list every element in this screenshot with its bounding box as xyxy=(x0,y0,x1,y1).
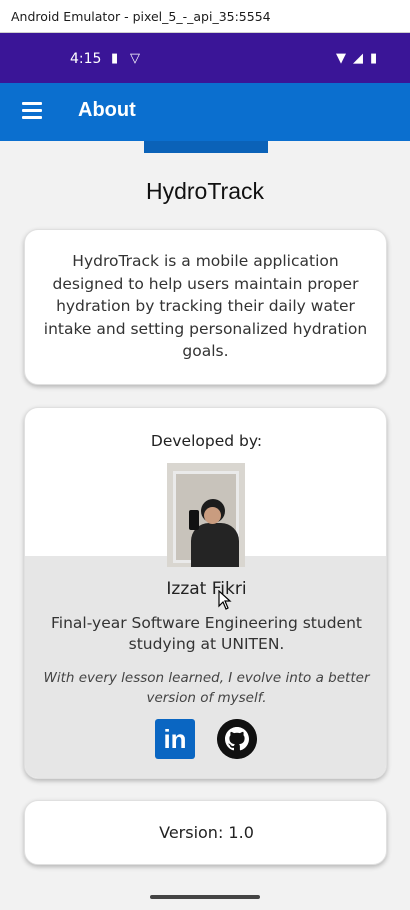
wifi-icon: ▼ xyxy=(336,51,346,66)
description-text: HydroTrack is a mobile application desig… xyxy=(43,252,368,360)
developer-quote: With every lesson learned, I evolve into… xyxy=(43,670,370,706)
sd-card-icon: ▮ xyxy=(111,51,119,66)
status-bar: 4:15 ▮ ▽ ▼ ◢ ▮ xyxy=(0,33,410,83)
github-icon[interactable] xyxy=(217,719,257,759)
linkedin-icon[interactable]: in xyxy=(155,719,195,759)
app-name-heading: HydroTrack xyxy=(146,178,264,204)
status-time: 4:15 xyxy=(70,51,102,67)
battery-icon: ▮ xyxy=(370,51,378,66)
signal-icon: ◢ xyxy=(353,51,363,66)
developer-role: Final-year Software Engineering student … xyxy=(51,614,362,653)
menu-icon[interactable] xyxy=(22,102,42,119)
emulator-window-title: Android Emulator - pixel_5_-_api_35:5554 xyxy=(0,0,410,33)
version-card: Version: 1.0 xyxy=(24,800,387,865)
phone-screen: 4:15 ▮ ▽ ▼ ◢ ▮ About HydroTrack HydroTra… xyxy=(0,33,410,910)
developer-heading: Developed by: xyxy=(150,432,263,450)
developer-photo xyxy=(167,463,245,567)
gesture-navigation-bar[interactable] xyxy=(150,895,260,899)
page-title: About xyxy=(78,99,136,121)
shield-icon: ▽ xyxy=(130,51,140,66)
mouse-cursor-icon xyxy=(218,590,232,610)
description-card: HydroTrack is a mobile application desig… xyxy=(24,229,387,385)
header-accent-bar xyxy=(144,141,268,153)
developer-card: Developed by: Izzat Fikri Final-year Sof… xyxy=(24,407,387,779)
developer-name: Izzat Fikri xyxy=(166,579,247,599)
app-bar: About xyxy=(0,83,410,141)
version-text: Version: 1.0 xyxy=(159,823,254,842)
